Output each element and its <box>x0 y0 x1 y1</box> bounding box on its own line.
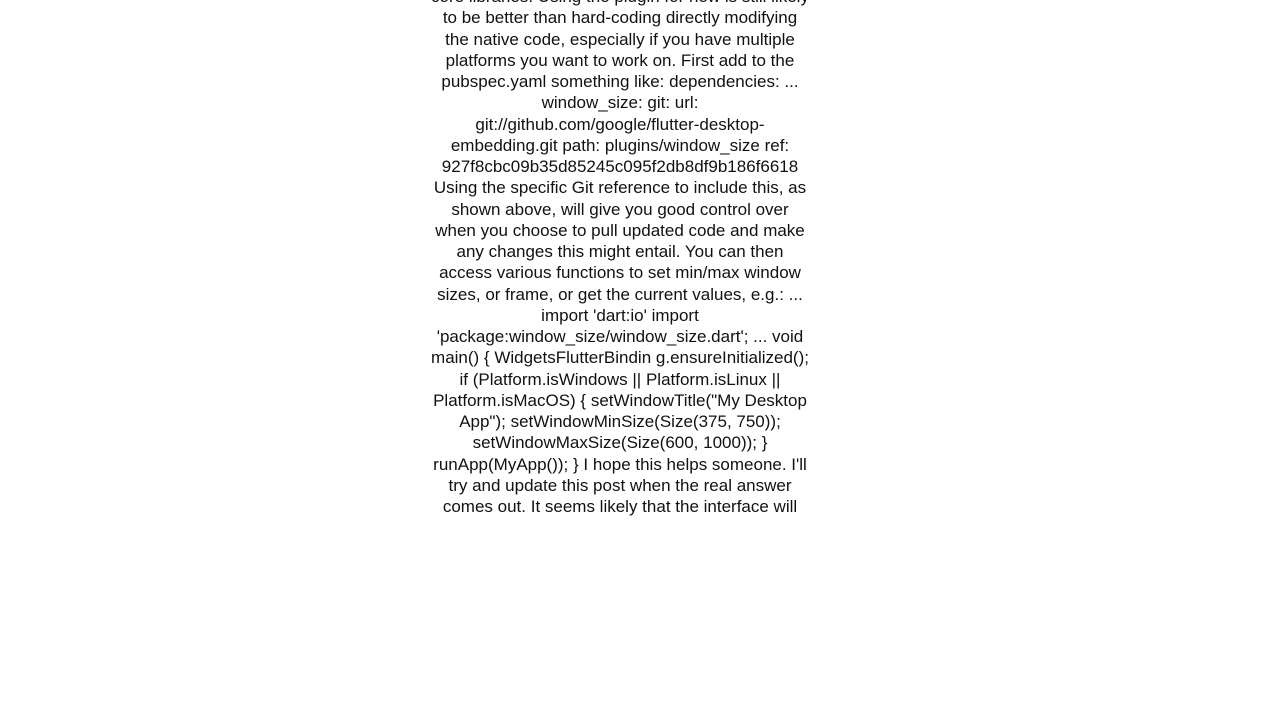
article-body: core libraries. Using the plugin for now… <box>430 0 810 517</box>
body-text: core libraries. Using the plugin for now… <box>430 0 810 517</box>
